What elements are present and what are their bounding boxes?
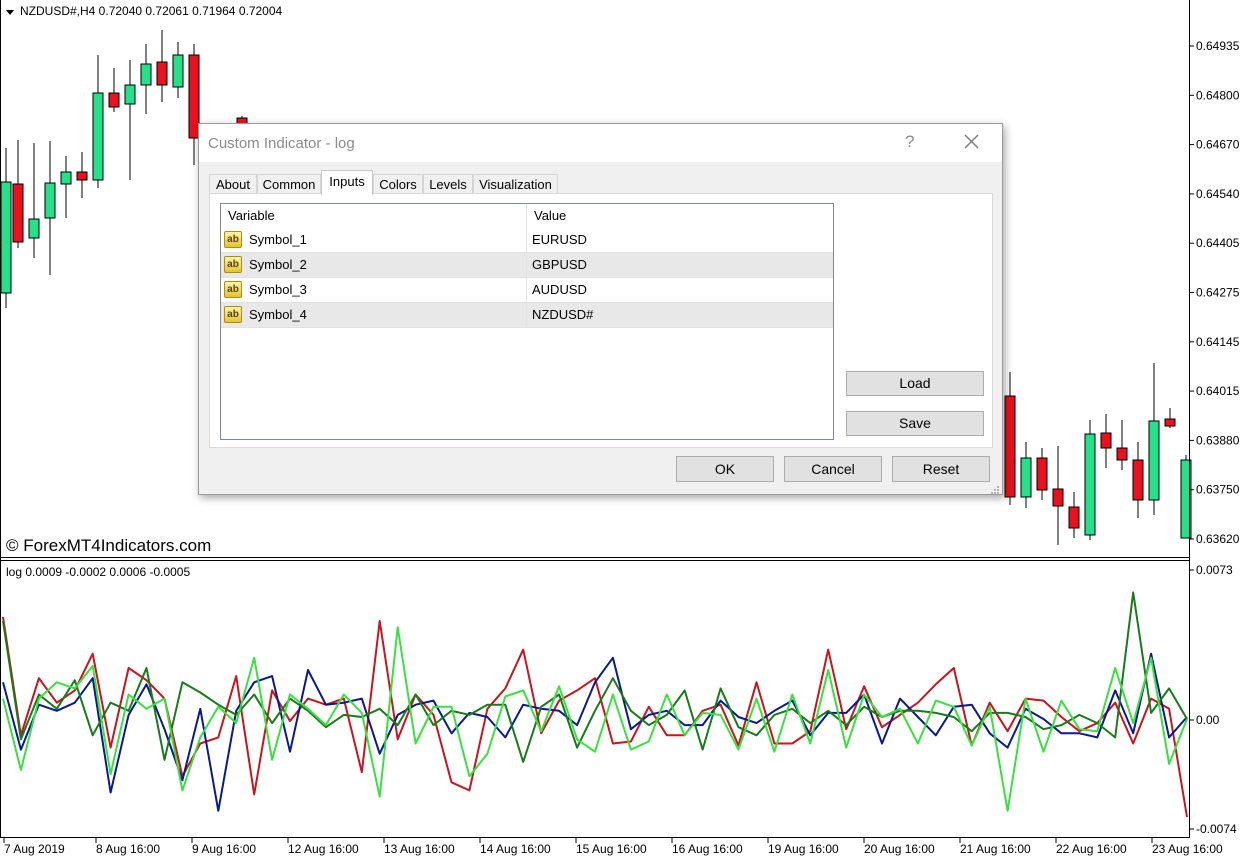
- time-label: 20 Aug 16:00: [864, 842, 935, 856]
- price-label: 0.64405: [1196, 236, 1240, 250]
- table-row[interactable]: ab Symbol_4 NZDUSD#: [221, 303, 833, 328]
- variable-value[interactable]: GBPUSD: [526, 253, 833, 277]
- candle-body: [156, 61, 168, 86]
- price-label: 0.64800: [1196, 88, 1240, 102]
- candle-body: [140, 63, 152, 86]
- variable-value[interactable]: EURUSD: [526, 228, 833, 252]
- indicator-axis-label: 0.00: [1196, 713, 1220, 727]
- time-label: 13 Aug 16:00: [384, 842, 455, 856]
- time-label: 9 Aug 16:00: [192, 842, 256, 856]
- column-variable[interactable]: Variable: [221, 204, 526, 228]
- price-label: 0.64935: [1196, 39, 1240, 53]
- indicator-series-line: [2, 626, 1188, 812]
- watermark: © ForexMT4Indicators.com: [6, 536, 212, 555]
- candle-body: [1084, 433, 1096, 536]
- chart-menu-icon[interactable]: [5, 5, 15, 15]
- time-label: 21 Aug 16:00: [960, 842, 1031, 856]
- chart-title: NZDUSD#,H4 0.72040 0.72061 0.71964 0.720…: [20, 4, 283, 18]
- time-label: 15 Aug 16:00: [576, 842, 647, 856]
- variable-value[interactable]: AUDUSD: [526, 278, 833, 302]
- indicator-series-line: [2, 616, 1188, 818]
- indicator-lines: [2, 591, 1188, 818]
- indicator-axis-label: 0.0073: [1196, 563, 1233, 577]
- candle-body: [76, 171, 88, 181]
- price-label: 0.63750: [1196, 483, 1240, 497]
- table-row[interactable]: ab Symbol_2 GBPUSD: [221, 253, 833, 278]
- table-row[interactable]: ab Symbol_3 AUDUSD: [221, 278, 833, 303]
- candle-body: [1004, 395, 1016, 498]
- candle-body: [1116, 447, 1128, 461]
- tab-visualization[interactable]: Visualization: [473, 174, 558, 194]
- variable-name: Symbol_2: [249, 257, 307, 272]
- inputs-panel: Variable Value ab Symbol_1 EURUSD ab Sym…: [209, 193, 993, 448]
- price-label: 0.64670: [1196, 138, 1240, 152]
- candle-body: [92, 92, 104, 181]
- indicator-axis: 0.0073 0.00 -0.0074: [1189, 563, 1237, 836]
- dialog-titlebar[interactable]: Custom Indicator - log ?: [199, 124, 1002, 162]
- variable-name: Symbol_3: [249, 282, 307, 297]
- cancel-button[interactable]: Cancel: [784, 456, 882, 482]
- resize-grip-icon[interactable]: [990, 482, 1000, 494]
- column-value[interactable]: Value: [526, 204, 833, 228]
- variable-name: Symbol_4: [249, 307, 307, 322]
- candle-body: [172, 54, 184, 88]
- time-label: 19 Aug 16:00: [768, 842, 839, 856]
- variable-value[interactable]: NZDUSD#: [526, 303, 833, 327]
- tab-levels[interactable]: Levels: [423, 174, 473, 194]
- save-button[interactable]: Save: [846, 411, 984, 436]
- tab-inputs[interactable]: Inputs: [321, 170, 373, 195]
- dialog-title: Custom Indicator - log: [208, 135, 355, 152]
- load-button[interactable]: Load: [846, 371, 984, 396]
- table-row[interactable]: ab Symbol_1 EURUSD: [221, 228, 833, 253]
- time-label: 12 Aug 16:00: [288, 842, 359, 856]
- candle-body: [1068, 506, 1080, 529]
- help-button[interactable]: ?: [905, 132, 914, 152]
- candle-body: [1020, 457, 1032, 498]
- reset-button[interactable]: Reset: [892, 456, 990, 482]
- candle-body: [0, 181, 12, 294]
- price-label: 0.64540: [1196, 187, 1240, 201]
- candle-body: [60, 171, 72, 185]
- candle-body: [44, 182, 56, 219]
- candle-body: [1036, 457, 1048, 491]
- candle-body: [1148, 420, 1160, 501]
- price-label: 0.64145: [1196, 335, 1240, 349]
- price-label: 0.64015: [1196, 384, 1240, 398]
- candle-body: [1052, 488, 1064, 507]
- time-label: 16 Aug 16:00: [672, 842, 743, 856]
- indicator-axis-label: -0.0074: [1196, 822, 1237, 836]
- time-label: 23 Aug 16:00: [1152, 842, 1223, 856]
- candle-body: [28, 218, 40, 239]
- price-label: 0.64275: [1196, 286, 1240, 300]
- indicator-title: log 0.0009 -0.0002 0.0006 -0.0005: [6, 565, 191, 579]
- candle-body: [108, 92, 120, 108]
- inputs-grid[interactable]: Variable Value ab Symbol_1 EURUSD ab Sym…: [220, 203, 834, 440]
- price-axis: 0.64935 0.64800 0.64670 0.64540 0.64405 0.642…: [1189, 39, 1240, 546]
- variable-name: Symbol_1: [249, 232, 307, 247]
- price-label: 0.63620: [1196, 532, 1240, 546]
- ok-button[interactable]: OK: [676, 456, 774, 482]
- grid-header: Variable Value: [221, 204, 833, 228]
- tab-common[interactable]: Common: [257, 174, 321, 194]
- tab-about[interactable]: About: [209, 174, 257, 194]
- candle-body: [1100, 432, 1112, 449]
- price-label: 0.63880: [1196, 433, 1240, 447]
- time-label: 7 Aug 2019: [4, 842, 65, 856]
- custom-indicator-dialog: Custom Indicator - log ? About Common In…: [198, 123, 1003, 495]
- time-label: 8 Aug 16:00: [96, 842, 160, 856]
- time-axis: 7 Aug 2019 8 Aug 16:00 9 Aug 16:00 12 Aug 1…: [3, 838, 1223, 856]
- time-label: 22 Aug 16:00: [1056, 842, 1127, 856]
- close-icon[interactable]: [961, 130, 983, 152]
- candle-body: [124, 84, 136, 105]
- candle-body: [1132, 459, 1144, 501]
- time-label: 14 Aug 16:00: [480, 842, 551, 856]
- candle-body: [1164, 418, 1176, 427]
- tab-colors[interactable]: Colors: [373, 174, 423, 194]
- candle-body: [12, 183, 24, 243]
